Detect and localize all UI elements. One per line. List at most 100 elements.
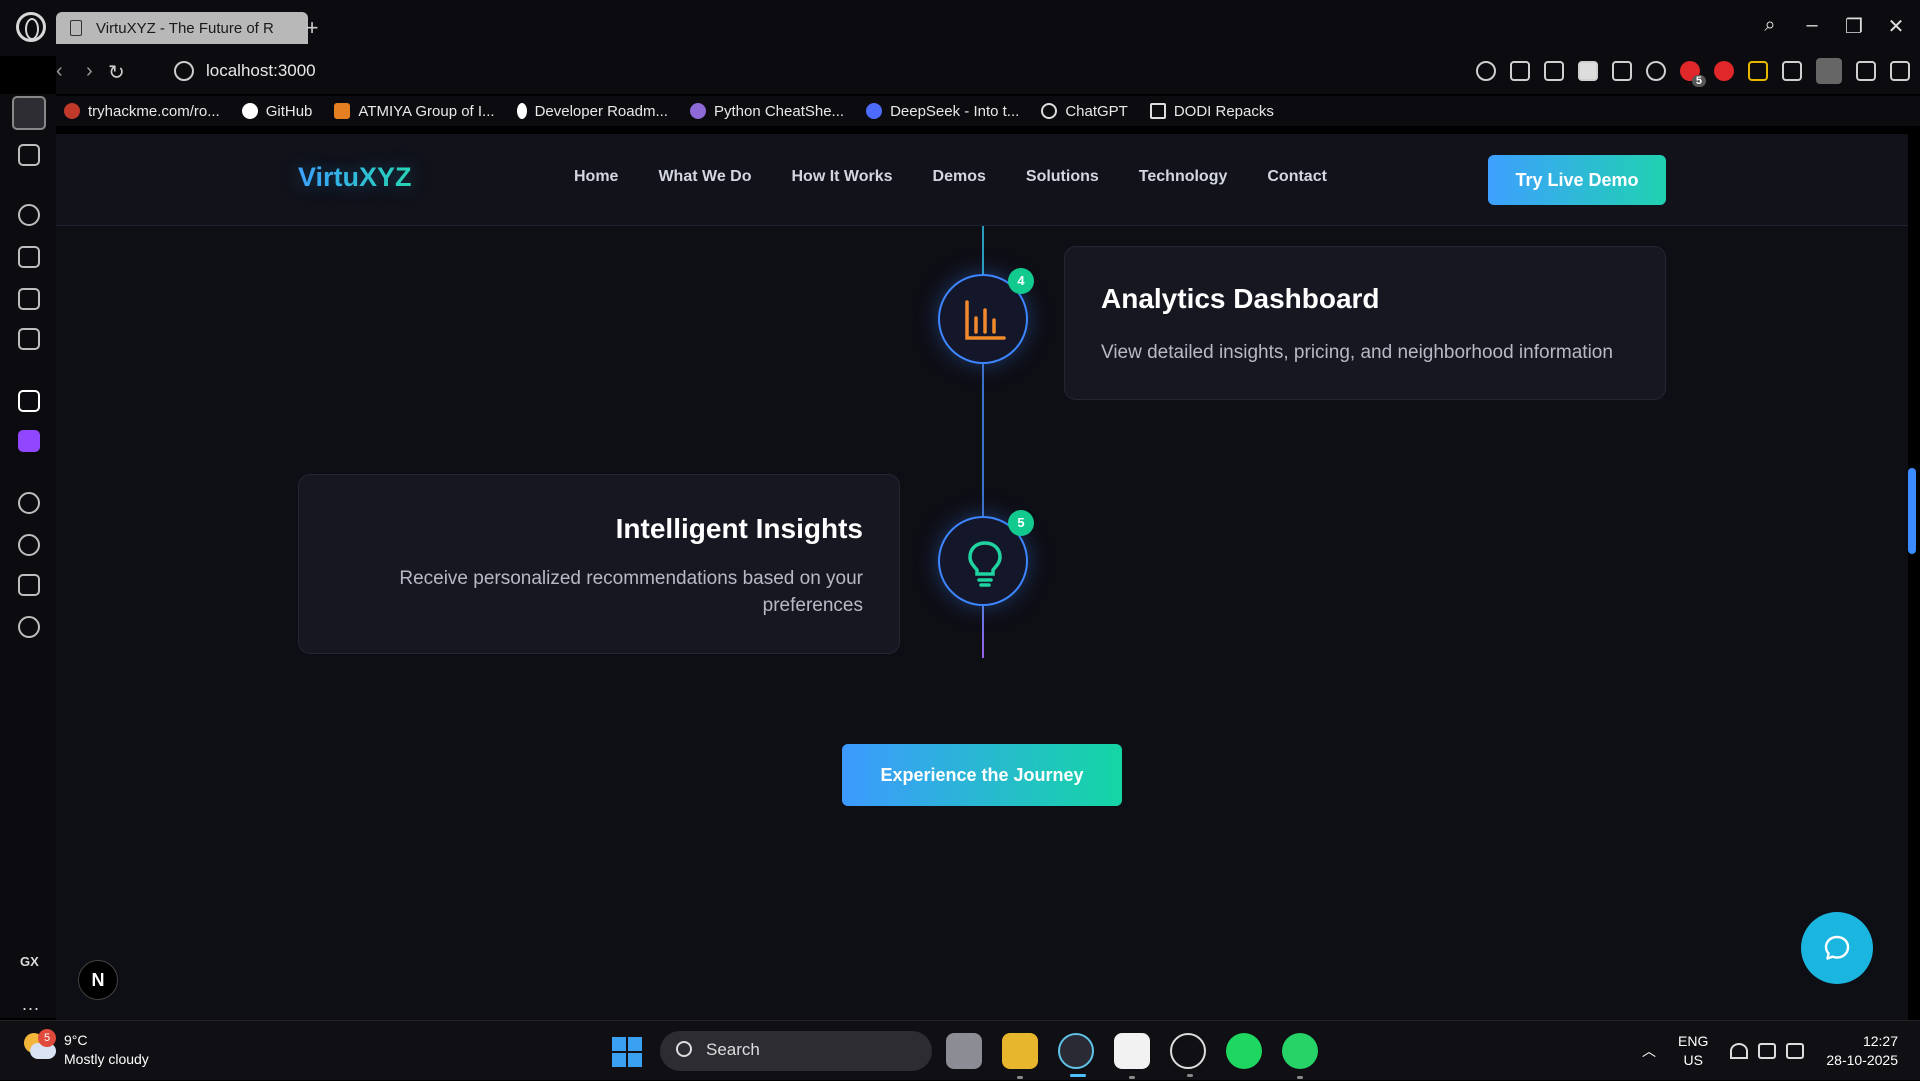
bookmark-icon — [516, 103, 527, 119]
gx-corner-icon[interactable] — [18, 288, 40, 310]
bookmarks-bar: tryhackme.com/ro... GitHub ATMIYA Group … — [56, 96, 1920, 126]
aria-icon[interactable] — [18, 390, 40, 412]
stop-extension-icon[interactable] — [1714, 61, 1734, 81]
gx-cleaner-icon[interactable] — [18, 246, 40, 268]
bookmark-icon — [689, 103, 706, 119]
close-window-button[interactable]: ✕ — [1886, 14, 1906, 39]
chatgpt-icon[interactable] — [1170, 1033, 1206, 1077]
nav-what-we-do[interactable]: What We Do — [658, 168, 751, 186]
nav-links: Home What We Do How It Works Demos Solut… — [574, 168, 1327, 186]
battery-icon — [1786, 1043, 1805, 1059]
windows-start-icon[interactable] — [612, 1037, 642, 1067]
pin-icon[interactable] — [1510, 61, 1530, 81]
nav-demos[interactable]: Demos — [933, 168, 986, 186]
back-button[interactable]: ‹ — [56, 60, 63, 83]
weather-widget[interactable]: 5 9°C Mostly cloudy — [22, 1029, 149, 1069]
spotify-icon[interactable] — [1226, 1033, 1262, 1069]
extensions-icon[interactable] — [1782, 61, 1802, 81]
opera-gx-icon[interactable] — [1058, 1033, 1094, 1077]
profile-avatar[interactable] — [1816, 58, 1842, 84]
step-card-insights: Intelligent Insights Receive personalize… — [298, 474, 900, 654]
play-icon[interactable] — [1612, 61, 1632, 81]
step-title: Analytics Dashboard — [1101, 283, 1380, 314]
nav-how-it-works[interactable]: How It Works — [791, 168, 892, 186]
clock[interactable]: 12:27 28-10-2025 — [1826, 1032, 1898, 1070]
bookmark-dodi-repacks[interactable]: DODI Repacks — [1149, 103, 1274, 120]
url-field[interactable]: localhost:3000 — [206, 61, 316, 81]
shield-icon[interactable] — [1578, 61, 1598, 81]
volume-icon — [1758, 1043, 1777, 1059]
forward-button[interactable]: › — [86, 60, 93, 83]
task-view-icon[interactable] — [946, 1033, 982, 1069]
extensions-icon[interactable] — [18, 574, 40, 596]
minimize-button[interactable]: – — [1802, 14, 1822, 39]
partly-cloudy-icon: 5 — [22, 1029, 56, 1061]
nav-solutions[interactable]: Solutions — [1026, 168, 1099, 186]
timeline-node-4: 4 — [938, 268, 1034, 364]
language-indicator[interactable]: ENG US — [1678, 1032, 1708, 1070]
bookmark-python-cheatsheet[interactable]: Python CheatShe... — [689, 103, 844, 120]
tray-icons[interactable] — [1730, 1043, 1805, 1059]
bookmark-github[interactable]: GitHub — [241, 103, 312, 120]
gx-label[interactable]: GX — [20, 954, 39, 969]
step-description: View detailed insights, pricing, and nei… — [1101, 342, 1613, 363]
download-icon[interactable] — [1856, 61, 1876, 81]
heart-icon[interactable] — [1646, 61, 1666, 81]
bookmark-icon — [64, 103, 80, 119]
site-navbar: VirtuXYZ Home What We Do How It Works De… — [56, 134, 1908, 226]
nextjs-dev-indicator[interactable]: N — [78, 960, 118, 1000]
notion-icon[interactable] — [1114, 1033, 1150, 1079]
page-scrollbar[interactable] — [1908, 468, 1916, 554]
search-label: Search — [706, 1040, 760, 1059]
search-tabs-icon[interactable]: ⌕ — [1760, 14, 1780, 39]
new-tab-button[interactable]: + — [300, 14, 324, 42]
browser-tab[interactable]: VirtuXYZ - The Future of R — [56, 12, 308, 44]
bookmark-deepseek[interactable]: DeepSeek - Into t... — [866, 103, 1019, 120]
home-icon[interactable] — [12, 96, 46, 130]
settings-gear-icon[interactable] — [18, 616, 40, 638]
weather-badge: 5 — [38, 1029, 56, 1047]
taskbar-apps — [946, 1033, 1318, 1079]
whatsapp-icon[interactable] — [1282, 1033, 1318, 1079]
nav-contact[interactable]: Contact — [1267, 168, 1327, 186]
github-icon — [241, 103, 258, 119]
twitch-icon[interactable] — [18, 430, 40, 452]
zoom-out-icon[interactable] — [1476, 61, 1496, 81]
browser-tab-bar: VirtuXYZ - The Future of R + ⌕ – ❐ ✕ — [0, 0, 1920, 56]
chat-widget-button[interactable] — [1801, 912, 1873, 984]
bookmark-developer-roadmap[interactable]: Developer Roadm... — [516, 103, 668, 120]
more-dots-icon[interactable]: ... — [22, 994, 40, 1015]
weather-condition: Mostly cloudy — [64, 1051, 149, 1067]
bookmark-atmiya[interactable]: ATMIYA Group of I... — [334, 103, 495, 120]
nav-technology[interactable]: Technology — [1139, 168, 1228, 186]
maximize-button[interactable]: ❐ — [1844, 14, 1864, 39]
windows-taskbar: 5 9°C Mostly cloudy Search ︿ ENG US 12:2… — [0, 1020, 1920, 1080]
opera-menu-icon[interactable] — [16, 12, 46, 42]
speedometer-icon[interactable] — [18, 204, 40, 226]
step-title: Intelligent Insights — [615, 513, 863, 544]
toolbar-icons: 5 — [1476, 58, 1910, 87]
experience-the-journey-button[interactable]: Experience the Journey — [842, 744, 1122, 806]
file-explorer-icon[interactable] — [1002, 1033, 1038, 1079]
gamepad-icon[interactable] — [18, 144, 40, 166]
step-number-badge: 5 — [1008, 510, 1034, 536]
pen-extension-icon[interactable] — [1748, 61, 1768, 81]
site-logo[interactable]: VirtuXYZ — [298, 162, 412, 193]
snapshot-icon[interactable] — [1544, 61, 1564, 81]
menu-icon[interactable] — [1890, 61, 1910, 81]
adblock-extension-icon[interactable]: 5 — [1680, 61, 1706, 87]
history-icon[interactable] — [18, 534, 40, 556]
player-icon[interactable] — [18, 492, 40, 514]
bookmark-tryhackme[interactable]: tryhackme.com/ro... — [64, 103, 220, 120]
show-hidden-icons-chevron-icon[interactable]: ︿ — [1642, 1041, 1656, 1061]
page-icon — [1149, 103, 1166, 119]
temperature: 9°C — [64, 1032, 88, 1048]
bookmark-chatgpt[interactable]: ChatGPT — [1041, 103, 1128, 120]
chat-bubble-icon — [1824, 935, 1850, 960]
nav-home[interactable]: Home — [574, 168, 618, 186]
try-live-demo-button[interactable]: Try Live Demo — [1488, 155, 1666, 205]
wifi-icon — [1730, 1043, 1749, 1059]
taskbar-search[interactable]: Search — [660, 1031, 932, 1071]
messenger-m-icon[interactable] — [18, 328, 40, 350]
reload-button[interactable]: ↻ — [108, 60, 125, 85]
